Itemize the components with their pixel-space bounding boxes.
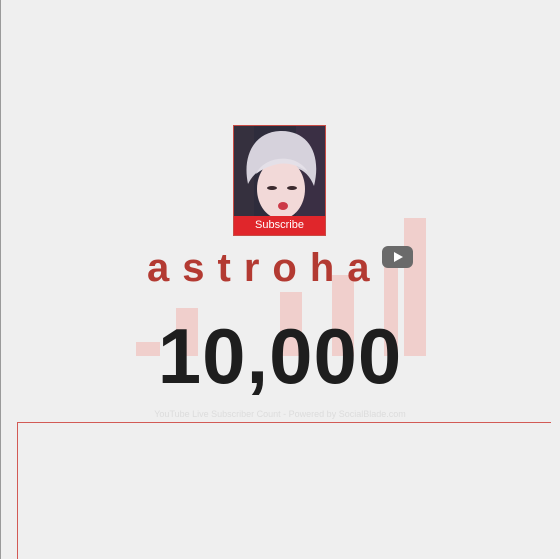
channel-avatar[interactable]: Subscribe	[233, 125, 326, 236]
subscriber-count: 10,000	[157, 312, 403, 400]
subscribe-button[interactable]: Subscribe	[234, 216, 325, 235]
footer-credit: YouTube Live Subscriber Count - Powered …	[154, 409, 406, 419]
page-edge-line	[0, 0, 1, 559]
youtube-play-icon[interactable]	[382, 246, 413, 268]
subscriber-chart-area	[17, 422, 551, 559]
channel-name: astroha	[147, 246, 383, 290]
